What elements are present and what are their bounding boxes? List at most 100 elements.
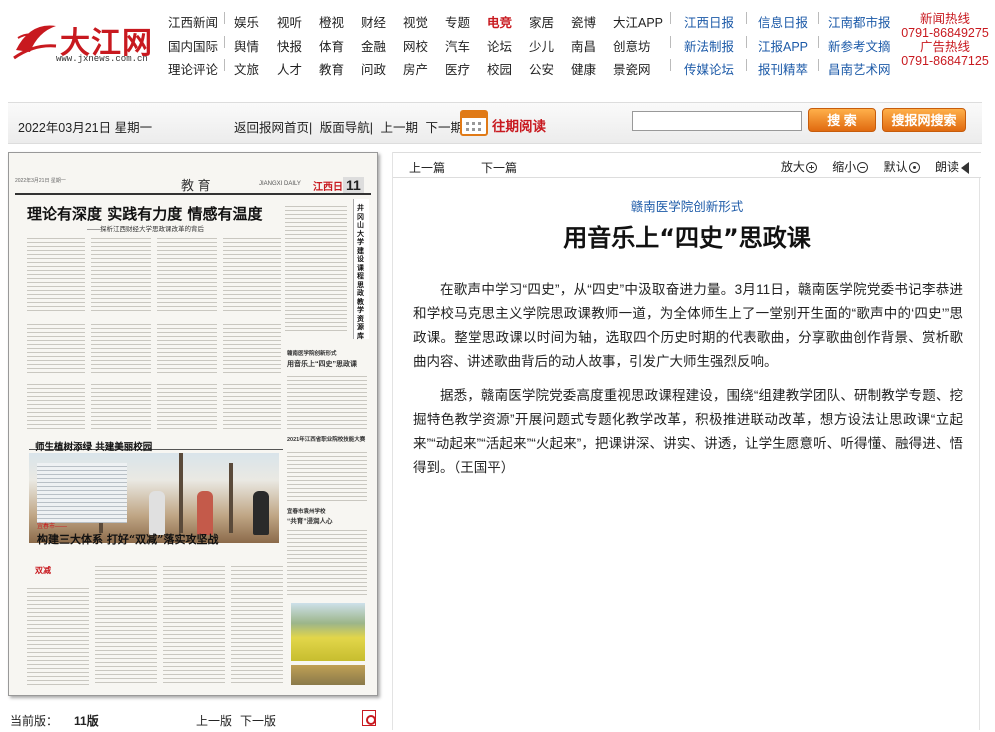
text-column [27,585,89,685]
paper-link[interactable]: 江南都市报 [828,12,891,31]
nav-link[interactable]: 江西新闻 [168,12,218,31]
paper-headline-3[interactable]: 构建三大体系 打好“双减”落实攻坚战 [37,531,218,547]
zoom-out-icon [857,162,869,173]
read-aloud-button[interactable]: 朗读 [929,160,969,174]
nav-link[interactable]: 汽车 [445,36,470,55]
paper-smallhead-3[interactable]: 2021年江西省职业院校技能大赛 [287,435,365,443]
nav-link-esports[interactable]: 电竞 [487,12,512,31]
paper-smallhead-2[interactable]: 用音乐上“四史”思政课 [287,359,357,369]
nav-link[interactable]: 娱乐 [234,12,259,31]
paper-link[interactable]: 信息日报 [758,12,808,31]
site-logo[interactable]: 大江网 www.jxnews.com.cn [12,14,162,64]
default-size-label: 默认 [883,160,908,174]
nav-link[interactable]: 房产 [403,59,428,78]
page-nav-link[interactable]: 版面导航| [320,121,373,135]
news-hotline-label: 新闻热线 [919,12,970,26]
pdf-icon[interactable] [362,710,376,726]
nav-link[interactable]: 论坛 [487,36,512,55]
search-input[interactable] [632,111,802,131]
prev-issue-link[interactable]: 上一期 [380,121,418,135]
zoom-out-button[interactable]: 缩小 [826,160,869,174]
hotline-block: 新闻热线 0791-86849275 广告热线 0791-86847125 [895,12,995,68]
back-home-link[interactable]: 返回报网首页| [234,121,312,135]
calendar-icon[interactable] [460,110,488,136]
nav-link[interactable]: 瓷博 [571,12,596,31]
zoom-in-button[interactable]: 放大 [775,160,817,174]
issue-toolbar: 2022年03月21日 星期一 返回报网首页| 版面导航| 上一期 下一期| 往… [8,102,982,144]
nav-link[interactable]: 金融 [361,36,386,55]
site-search-button[interactable]: 搜报网搜索 [882,108,966,132]
nav-link[interactable]: 快报 [277,36,302,55]
search-button[interactable]: 搜 索 [808,108,876,132]
nav-link[interactable]: 国内国际 [168,36,218,55]
tree-icon [179,453,183,533]
nav-link[interactable]: 理论评论 [168,59,218,78]
nav-link[interactable]: 专题 [445,12,470,31]
nav-link[interactable]: 橙视 [319,12,344,31]
nav-link[interactable]: 网校 [403,36,428,55]
newspaper-page-image[interactable]: 2022年3月21日 星期一 教 育 JIANGXI DAILY 江西日报 11… [9,153,377,695]
person-figure [149,491,165,535]
paper-link[interactable]: 昌南艺术网 [828,59,891,78]
nav-link[interactable]: 舆情 [234,36,259,55]
paper-headline-1[interactable]: 理论有深度 实践有力度 情感有温度 [27,203,262,224]
person-figure [253,491,269,535]
nav-link[interactable]: 视觉 [403,12,428,31]
news-hotline-number: 0791-86849275 [901,26,989,40]
next-page-link[interactable]: 下一版 [240,712,276,729]
nav-link[interactable]: 医疗 [445,59,470,78]
nav-link[interactable]: 创意坊 [613,36,651,55]
issue-date: 2022年03月21日 星期一 [18,121,153,135]
article-panel: 上一篇 下一篇 放大 缩小 默认 朗读 赣南医学院创新形式 用音乐上“四史”思政… [392,152,981,730]
paper-rule [15,193,371,195]
text-column [287,373,367,429]
nav-link[interactable]: 大江APP [613,12,663,31]
paper-smallhead-1: 赣南医学院创新形式 [287,351,337,357]
paper-link[interactable]: 报刊精萃 [758,59,808,78]
next-article-link[interactable]: 下一篇 [481,159,517,176]
nav-link[interactable]: 校园 [487,59,512,78]
prev-article-link[interactable]: 上一篇 [409,159,445,176]
paper-smallhead-4: 宜春市袁州学校 [287,509,326,515]
logo-url: www.jxnews.com.cn [56,54,148,64]
nav-link[interactable]: 财经 [361,12,386,31]
zoom-in-label: 放大 [780,160,805,174]
tree-icon [229,463,233,533]
nav-link[interactable]: 人才 [277,59,302,78]
nav-link[interactable]: 景瓷网 [613,59,651,78]
field-photo[interactable] [291,603,365,661]
paper-link[interactable]: 传媒论坛 [684,59,734,78]
speaker-icon [961,162,969,174]
nav-link[interactable]: 健康 [571,59,596,78]
nav-link[interactable]: 文旅 [234,59,259,78]
paper-smallhead-5[interactable]: “共育”浸润人心 [287,515,333,525]
paper-link[interactable]: 新参考文摘 [828,36,891,55]
text-column [95,563,157,685]
past-issues-link[interactable]: 往期阅读 [492,115,546,135]
nav-link[interactable]: 问政 [361,59,386,78]
text-column [223,321,281,373]
paper-link[interactable]: 新法制报 [684,36,734,55]
text-column [91,381,151,429]
shuangjian-logo: 双减 [35,565,51,575]
ad-hotline-number: 0791-86847125 [901,54,989,68]
text-column [157,381,217,429]
read-aloud-label: 朗读 [934,160,959,174]
text-column [27,321,85,373]
nav-link[interactable]: 家居 [529,12,554,31]
nav-link[interactable]: 少儿 [529,36,554,55]
nav-link[interactable]: 南昌 [571,36,596,55]
paper-link[interactable]: 江报APP [758,36,808,55]
field-photo-strip [291,665,365,685]
photo-caption-text [37,463,127,523]
prev-page-link[interactable]: 上一版 [196,712,232,729]
paper-vertical-title[interactable]: 井冈山大学建设课程思政教学资源库 [357,205,367,341]
default-size-button[interactable]: 默认 [878,160,920,174]
nav-link[interactable]: 体育 [319,36,344,55]
nav-link[interactable]: 视听 [277,12,302,31]
paper-link[interactable]: 江西日报 [684,12,734,31]
text-column [27,381,85,429]
nav-link[interactable]: 公安 [529,59,554,78]
paper-headline-2[interactable]: 师生植树添绿 共建美丽校园 [35,439,152,453]
nav-link[interactable]: 教育 [319,59,344,78]
